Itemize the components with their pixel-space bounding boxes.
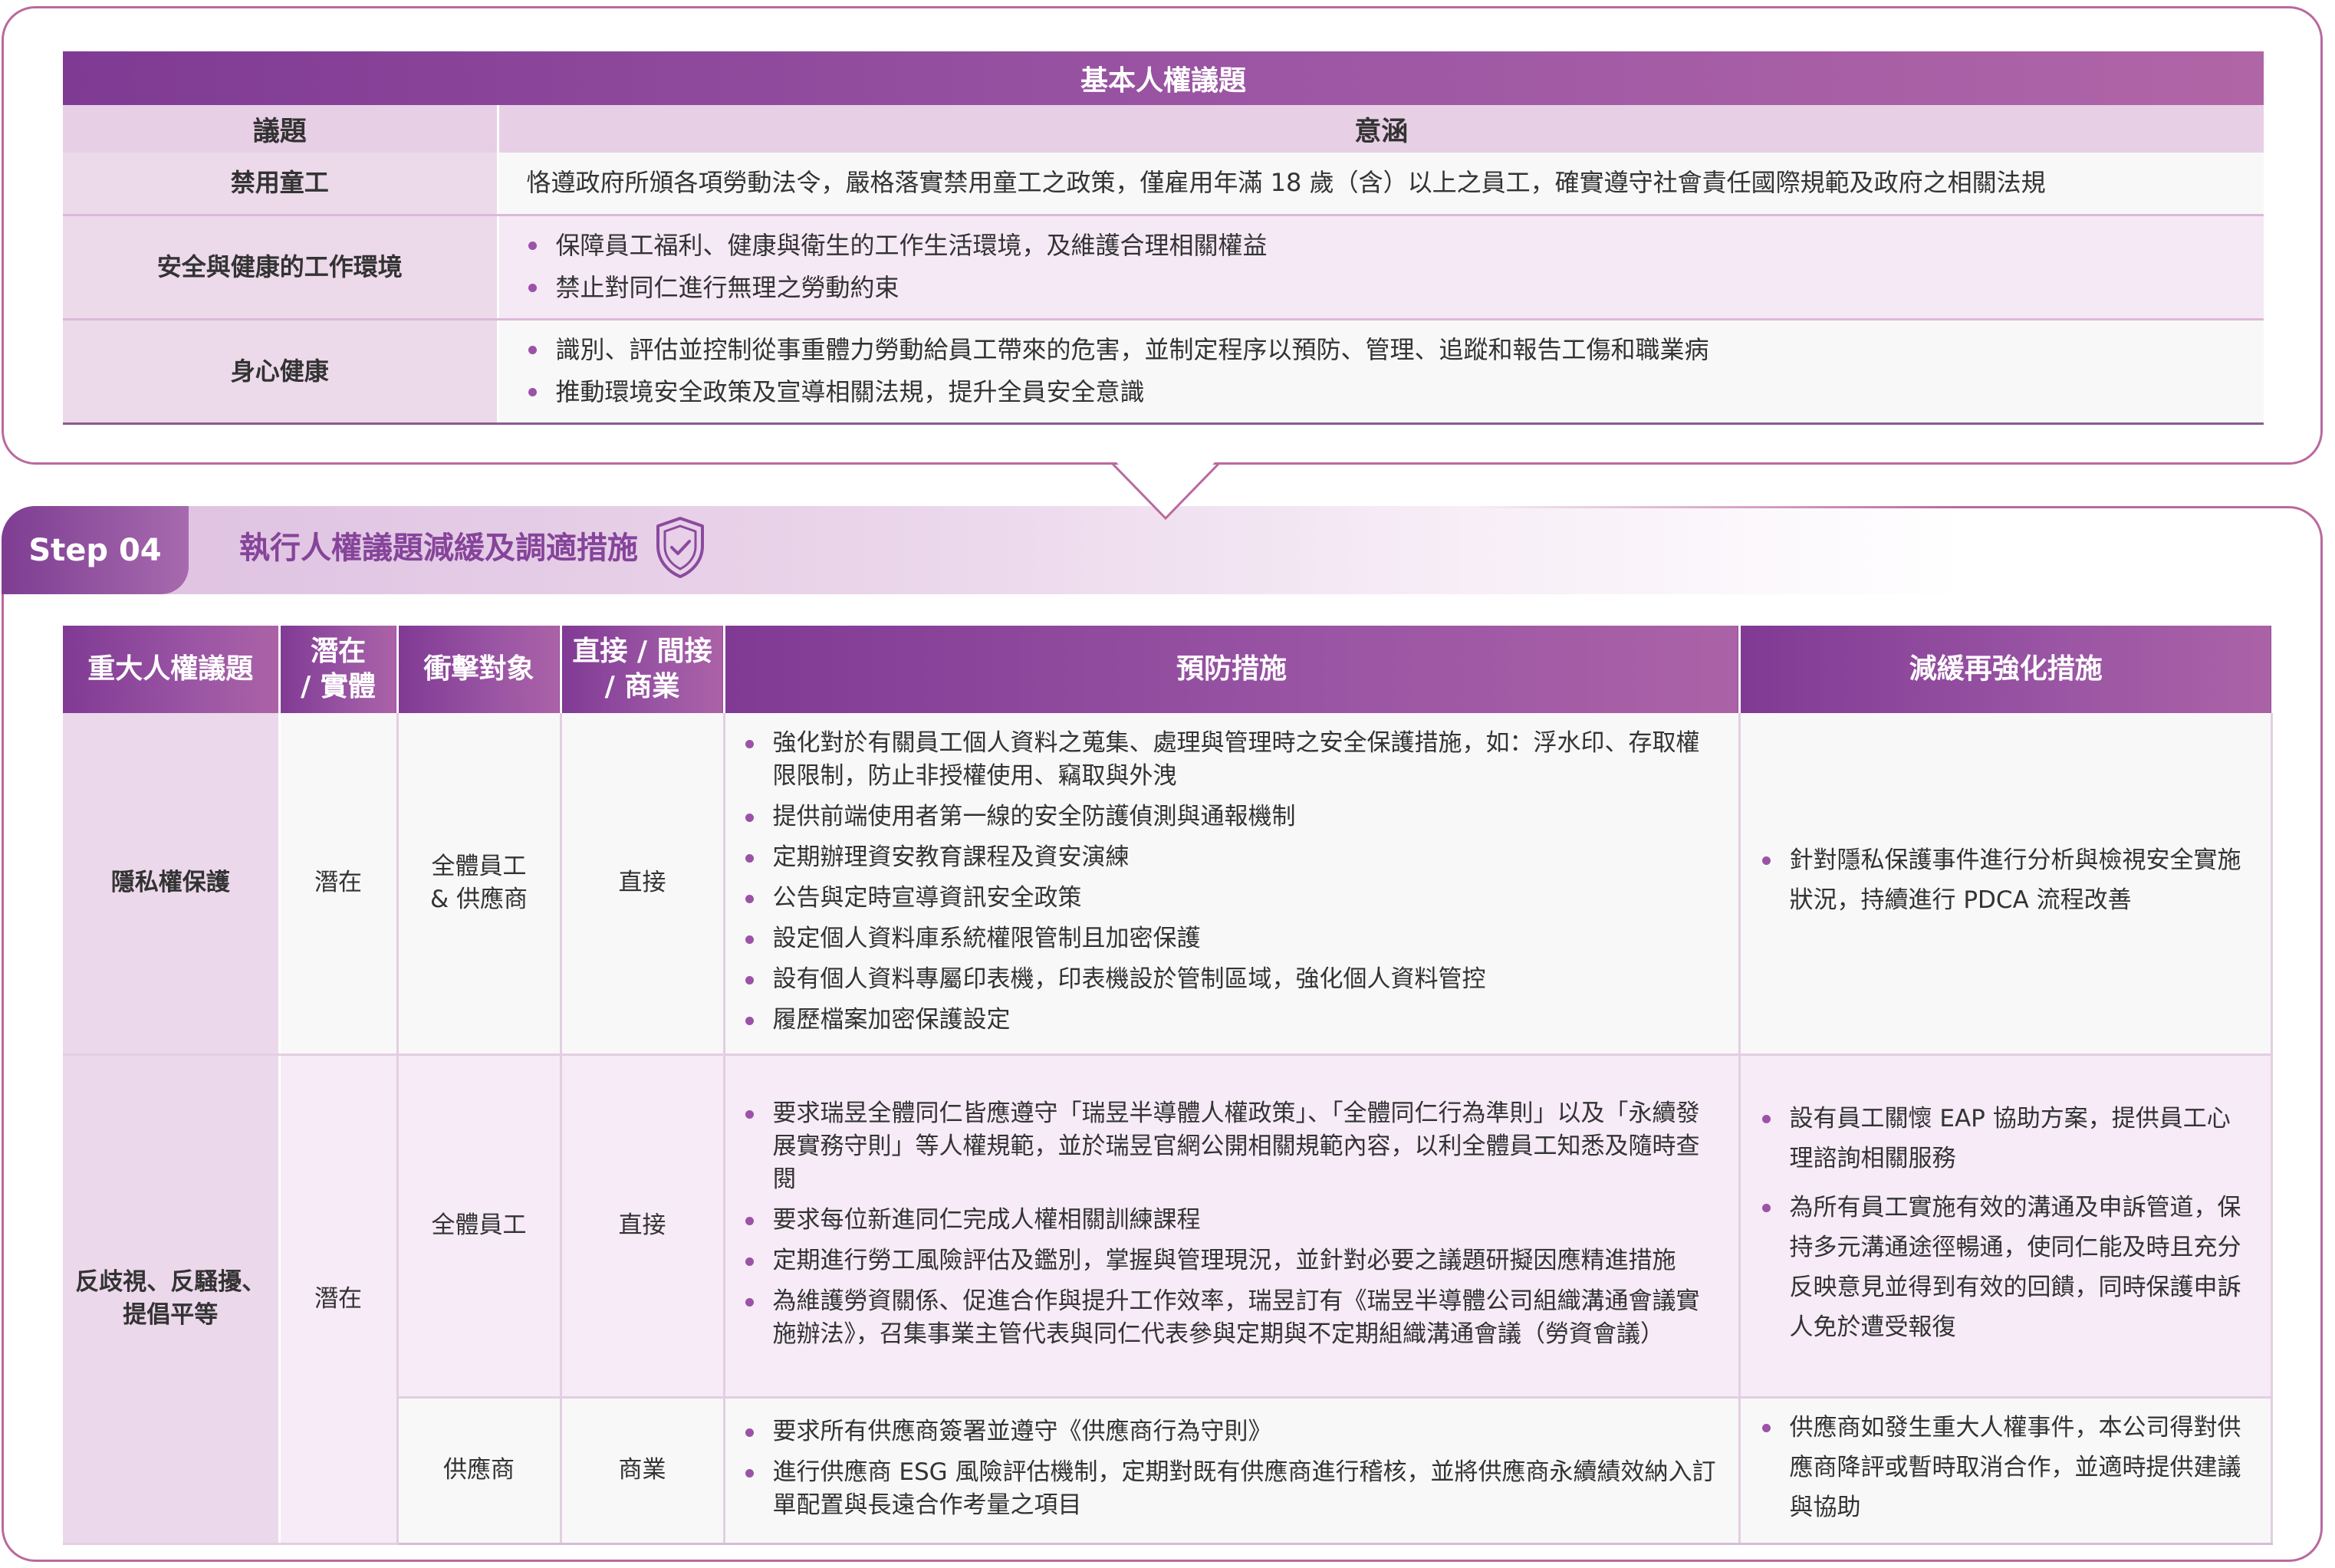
list-item: 要求所有供應商簽署並遵守《供應商行為守則》 (744, 1415, 1723, 1448)
step-title: 執行人權議題減緩及調適措施 (239, 531, 638, 566)
list-item: 進行供應商 ESG 風險評估機制，定期對既有供應商進行稽核，並將供應商永續績效納… (744, 1456, 1723, 1522)
target-cell: 全體員工 (397, 1054, 562, 1399)
header-mitigation: 減緩再強化措施 (1739, 626, 2271, 713)
list-item: 要求每位新進同仁完成人權相關訓練課程 (744, 1204, 1723, 1237)
mitigation-measures-table: 重大人權議題 潛在 / 實體 衝擊對象 直接 / 間接 / 商業 預防措施 減緩… (63, 626, 2273, 1545)
header-issue: 議題 (63, 105, 499, 153)
header-potential: 潛在 / 實體 (279, 626, 399, 713)
list-item: 禁止對同仁進行無理之勞動約束 (527, 267, 2243, 309)
meaning-cell: 保障員工福利、健康與衛生的工作生活環境，及維護合理相關權益 禁止對同仁進行無理之… (498, 215, 2264, 321)
list-item: 設有員工關懷 EAP 協助方案，提供員工心理諮詢相關服務 (1761, 1099, 2254, 1178)
meaning-cell: 恪遵政府所頒各項勞動法令，嚴格落實禁用童工之政策，僅雇用年滿 18 歲（含）以上… (498, 153, 2264, 216)
list-item: 公告與定時宣導資訊安全政策 (744, 882, 1723, 915)
table-row: 身心健康 識別、評估並控制從事重體力勞動給員工帶來的危害，並制定程序以預防、管理… (63, 319, 2264, 425)
potential-cell: 潛在 (279, 1054, 399, 1545)
direct-cell: 商業 (561, 1397, 725, 1545)
list-item: 要求瑞昱全體同仁皆應遵守「瑞昱半導體人權政策」、「全體同仁行為準則」以及「永續發… (744, 1097, 1723, 1196)
header-direct: 直接 / 間接 / 商業 (561, 626, 725, 713)
basic-rights-table: 基本人權議題 議題 意涵 禁用童工 恪遵政府所頒各項勞動法令，嚴格落實禁用童工之… (63, 51, 2264, 425)
issue-line: 提倡平等 (123, 1301, 219, 1329)
table-row: 禁用童工 恪遵政府所頒各項勞動法令，嚴格落實禁用童工之政策，僅雇用年滿 18 歲… (63, 153, 2264, 216)
list-item: 提供前端使用者第一線的安全防護偵測與通報機制 (744, 800, 1723, 833)
mitigation-cell: 針對隱私保護事件進行分析與檢視安全實施狀況，持續進行 PDCA 流程改善 (1739, 713, 2273, 1056)
header-major-issue: 重大人權議題 (63, 626, 281, 713)
direct-cell: 直接 (561, 713, 725, 1056)
shield-check-icon (656, 517, 704, 578)
table-row: 安全與健康的工作環境 保障員工福利、健康與衛生的工作生活環境，及維護合理相關權益… (63, 215, 2264, 321)
list-item: 為維護勞資關係、促進合作與提升工作效率，瑞昱訂有《瑞昱半導體公司組織溝通會議實施… (744, 1285, 1723, 1351)
list-item: 保障員工福利、健康與衛生的工作生活環境，及維護合理相關權益 (527, 225, 2243, 267)
header-meaning: 意涵 (498, 105, 2264, 153)
basic-rights-title: 基本人權議題 (63, 51, 2264, 105)
issue-cell: 身心健康 (63, 319, 499, 425)
list-item: 定期辦理資安教育課程及資安演練 (744, 841, 1723, 874)
header-direct-line1: 直接 / 間接 (572, 636, 712, 667)
header-prevention: 預防措施 (724, 626, 1741, 713)
issue-cell: 禁用童工 (63, 153, 499, 216)
list-item: 供應商如發生重大人權事件，本公司得對供應商降評或暫時取消合作，並適時提供建議與協… (1761, 1408, 2254, 1527)
mitigation-cell: 供應商如發生重大人權事件，本公司得對供應商降評或暫時取消合作，並適時提供建議與協… (1739, 1397, 2273, 1545)
list-item: 定期進行勞工風險評估及鑑別，掌握與管理現況，並針對必要之議題研擬因應精進措施 (744, 1244, 1723, 1277)
target-cell: 供應商 (397, 1397, 562, 1545)
prevention-cell: 要求所有供應商簽署並遵守《供應商行為守則》 進行供應商 ESG 風險評估機制，定… (724, 1397, 1741, 1545)
header-potential-line2: / 實體 (301, 671, 376, 702)
connector-arrow-icon (1112, 457, 1219, 521)
issue-cell: 隱私權保護 (63, 713, 281, 1056)
list-item: 設定個人資料庫系統權限管制且加密保護 (744, 922, 1723, 955)
direct-cell: 直接 (561, 1054, 725, 1399)
prevention-cell: 要求瑞昱全體同仁皆應遵守「瑞昱半導體人權政策」、「全體同仁行為準則」以及「永續發… (724, 1054, 1741, 1399)
meaning-cell: 識別、評估並控制從事重體力勞動給員工帶來的危害，並制定程序以預防、管理、追蹤和報… (498, 319, 2264, 425)
table-row: 隱私權保護 潛在 全體員工 & 供應商 直接 強化對於有關員工個人資料之蒐集、處… (63, 713, 2273, 1056)
list-item: 設有個人資料專屬印表機，印表機設於管制區域，強化個人資料管控 (744, 963, 1723, 996)
list-item: 為所有員工實施有效的溝通及申訴管道，保持多元溝通途徑暢通，使同仁能及時且充分反映… (1761, 1188, 2254, 1347)
prevention-cell: 強化對於有關員工個人資料之蒐集、處理與管理時之安全保護措施，如：浮水印、存取權限… (724, 713, 1741, 1056)
list-item: 履歷檔案加密保護設定 (744, 1004, 1723, 1037)
issue-cell: 反歧視、反騷擾、 提倡平等 (63, 1054, 281, 1545)
header-direct-line2: / 商業 (604, 671, 680, 702)
header-target: 衝擊對象 (397, 626, 562, 713)
target-line: 全體員工 (431, 852, 527, 880)
potential-cell: 潛在 (279, 713, 399, 1056)
table-header-row: 重大人權議題 潛在 / 實體 衝擊對象 直接 / 間接 / 商業 預防措施 減緩… (63, 626, 2271, 713)
target-line: & 供應商 (429, 885, 528, 913)
table-row: 反歧視、反騷擾、 提倡平等 潛在 全體員工 直接 要求瑞昱全體同仁皆應遵守「瑞昱… (63, 1054, 2273, 1545)
issue-line: 反歧視、反騷擾、 (75, 1268, 266, 1296)
issue-cell: 安全與健康的工作環境 (63, 215, 499, 321)
list-item: 識別、評估並控制從事重體力勞動給員工帶來的危害，並制定程序以預防、管理、追蹤和報… (527, 329, 2243, 371)
step-badge: Step 04 (2, 506, 189, 594)
list-item: 針對隱私保護事件進行分析與檢視安全實施狀況，持續進行 PDCA 流程改善 (1761, 840, 2254, 920)
target-cell: 全體員工 & 供應商 (397, 713, 562, 1056)
mitigation-cell: 設有員工關懷 EAP 協助方案，提供員工心理諮詢相關服務 為所有員工實施有效的溝… (1739, 1054, 2273, 1399)
list-item: 推動環境安全政策及宣導相關法規，提升全員安全意識 (527, 371, 2243, 413)
list-item: 強化對於有關員工個人資料之蒐集、處理與管理時之安全保護措施，如：浮水印、存取權限… (744, 727, 1723, 793)
header-potential-line1: 潛在 (310, 636, 366, 667)
